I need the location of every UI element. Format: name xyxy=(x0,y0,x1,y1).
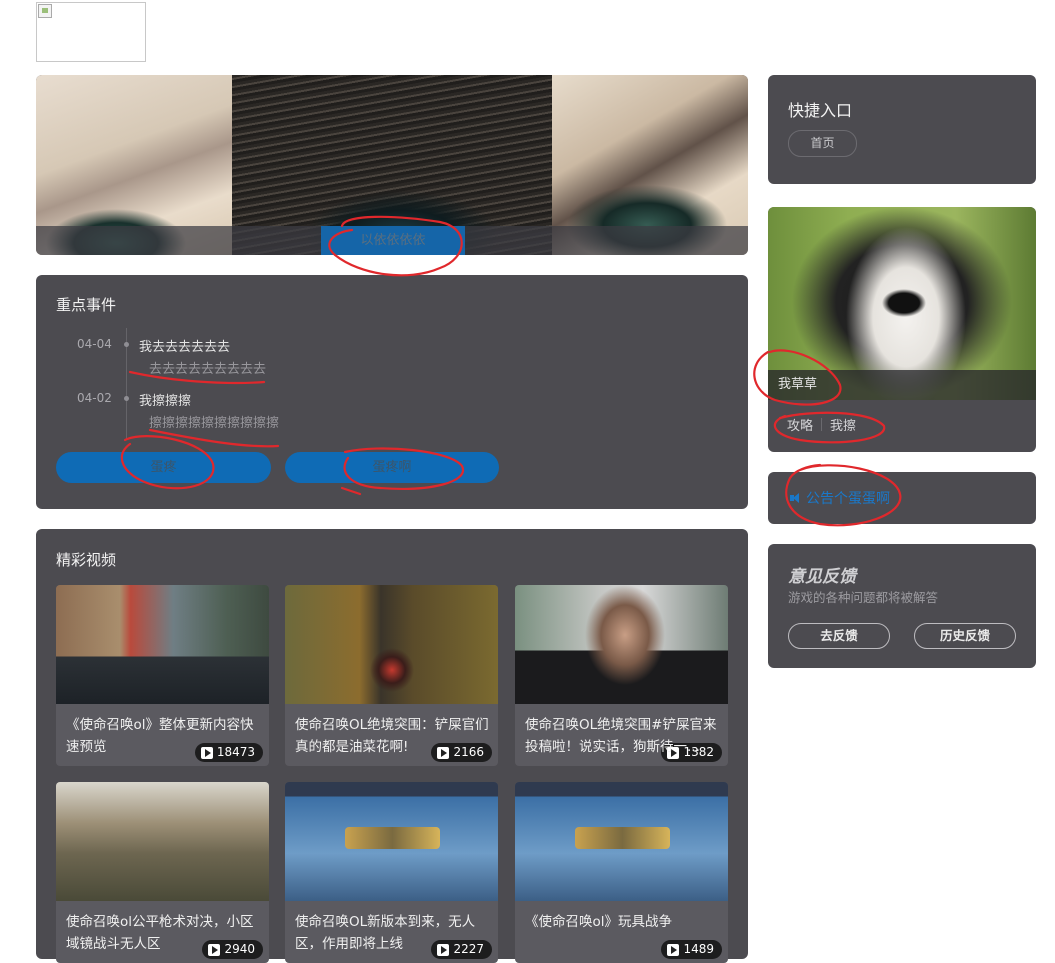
home-link[interactable]: 首页 xyxy=(788,130,857,157)
video-card[interactable]: 2166 使命召唤OL绝境突围：铲屎官们真的都是油菜花啊! xyxy=(285,585,498,766)
video-title[interactable]: 《使命召唤ol》玩具战争 xyxy=(525,911,721,933)
event-detail: 去去去去去去去去去 xyxy=(149,362,267,377)
video-card[interactable]: 18473 《使命召唤ol》整体更新内容快速预览 xyxy=(56,585,269,766)
event-button-1[interactable]: 蛋疼 xyxy=(56,452,271,483)
banner-caption[interactable]: 以依依依依 xyxy=(321,226,465,255)
quick-entry-card: 快捷入口 首页 xyxy=(768,75,1036,184)
play-icon xyxy=(667,943,680,956)
video-card[interactable]: 1489 《使命召唤ol》玩具战争 xyxy=(515,782,728,963)
video-thumbnail xyxy=(285,782,498,901)
video-thumbnail xyxy=(515,585,728,704)
video-card[interactable]: 2227 使命召唤OL新版本到来，无人区，作用即将上线 xyxy=(285,782,498,963)
banner-carousel[interactable]: 以依依依依 xyxy=(36,75,748,255)
video-thumbnail xyxy=(515,782,728,901)
feedback-history-button[interactable]: 历史反馈 xyxy=(914,623,1016,649)
feedback-card: 意见反馈 游戏的各种问题都将被解答 去反馈 历史反馈 xyxy=(768,544,1036,668)
event-button-2[interactable]: 蛋疼啊 xyxy=(285,452,499,483)
speaker-icon xyxy=(790,493,800,503)
guide-link[interactable]: 攻略 xyxy=(787,415,813,434)
wocha-link[interactable]: 我擦 xyxy=(830,415,856,434)
video-title[interactable]: 《使命召唤ol》整体更新内容快速预览 xyxy=(66,714,262,758)
card-links: 攻略 我擦 xyxy=(787,415,856,434)
event-detail: 擦擦擦擦擦擦擦擦擦擦 xyxy=(149,416,280,431)
featured-videos-title: 精彩视频 xyxy=(56,551,117,569)
video-thumbnail xyxy=(285,585,498,704)
notice-text[interactable]: 公告个蛋蛋啊 xyxy=(806,488,890,508)
video-card[interactable]: 1382 使命召唤OL绝境突围#铲屎官来投稿啦！说实话，狗斯待一... xyxy=(515,585,728,766)
key-events-card: 重点事件 04-04 我去去去去去去 去去去去去去去去去 04-02 我擦擦擦 … xyxy=(36,275,748,509)
notice-card: 公告个蛋蛋啊 xyxy=(768,472,1036,524)
broken-image-icon xyxy=(38,4,52,18)
featured-videos-card: 精彩视频 18473 《使命召唤ol》整体更新内容快速预览 2166 使命召唤O… xyxy=(36,529,748,963)
weapon-image xyxy=(345,827,440,849)
feedback-subtitle: 游戏的各种问题都将被解答 xyxy=(788,590,939,605)
event-date: 04-04 xyxy=(77,337,112,351)
site-logo[interactable] xyxy=(36,2,146,62)
image-caption[interactable]: 我草草 xyxy=(768,370,1036,400)
feature-image-card: 我草草 攻略 我擦 xyxy=(768,207,1036,452)
key-events-title: 重点事件 xyxy=(56,296,117,314)
give-feedback-button[interactable]: 去反馈 xyxy=(788,623,890,649)
notice-link[interactable]: 公告个蛋蛋啊 xyxy=(790,488,890,508)
video-title[interactable]: 使命召唤OL绝境突围：铲屎官们真的都是油菜花啊! xyxy=(295,714,491,758)
quick-entry-title: 快捷入口 xyxy=(788,101,853,120)
event-title[interactable]: 我擦擦擦 xyxy=(139,390,191,409)
video-thumbnail xyxy=(56,782,269,901)
video-title[interactable]: 使命召唤OL新版本到来，无人区，作用即将上线 xyxy=(295,911,491,955)
video-title[interactable]: 使命召唤OL绝境突围#铲屎官来投稿啦！说实话，狗斯待一... xyxy=(525,714,721,758)
link-divider xyxy=(821,418,823,431)
timeline-dot xyxy=(124,396,129,401)
timeline-dot xyxy=(124,342,129,347)
video-title[interactable]: 使命召唤ol公平枪术对决，小区域镜战斗无人区 xyxy=(66,911,262,955)
event-title[interactable]: 我去去去去去去 xyxy=(139,336,230,355)
event-date: 04-02 xyxy=(77,391,112,405)
video-thumbnail xyxy=(56,585,269,704)
feedback-title: 意见反馈 xyxy=(788,567,856,587)
weapon-image xyxy=(575,827,670,849)
video-card[interactable]: 2940 使命召唤ol公平枪术对决，小区域镜战斗无人区 xyxy=(56,782,269,963)
